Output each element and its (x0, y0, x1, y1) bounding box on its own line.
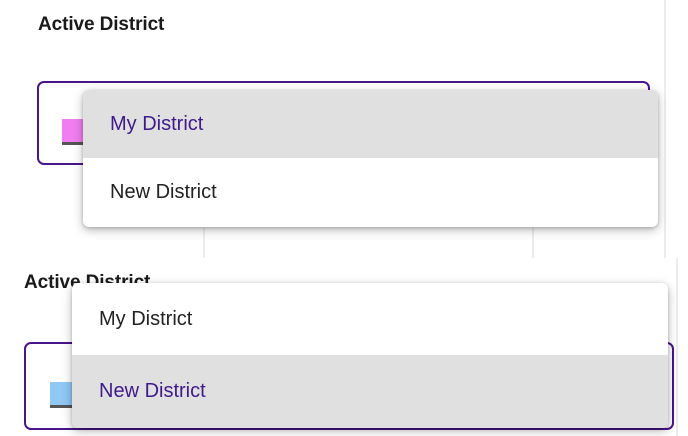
column-divider (532, 228, 534, 258)
district-color-swatch (62, 119, 84, 145)
menu-item-label: New District (110, 181, 217, 203)
district-selector-panel-bottom: Active District My District New District (0, 258, 688, 436)
menu-item-new-district[interactable]: New District (83, 158, 658, 227)
menu-item-label: New District (99, 380, 206, 402)
column-divider (203, 228, 205, 258)
panel-divider (664, 0, 666, 258)
section-title: Active District (38, 14, 165, 35)
menu-item-label: My District (99, 307, 193, 330)
menu-item-my-district[interactable]: My District (72, 283, 668, 355)
district-selector-panel-top: Active District My District New District (0, 0, 688, 258)
menu-item-my-district[interactable]: My District (83, 90, 658, 158)
panel-divider (676, 258, 678, 436)
district-dropdown-menu: My District New District (72, 283, 668, 428)
district-dropdown-menu: My District New District (83, 90, 658, 227)
menu-item-new-district[interactable]: New District (72, 355, 668, 428)
district-color-swatch (50, 382, 72, 408)
menu-item-label: My District (110, 112, 204, 135)
